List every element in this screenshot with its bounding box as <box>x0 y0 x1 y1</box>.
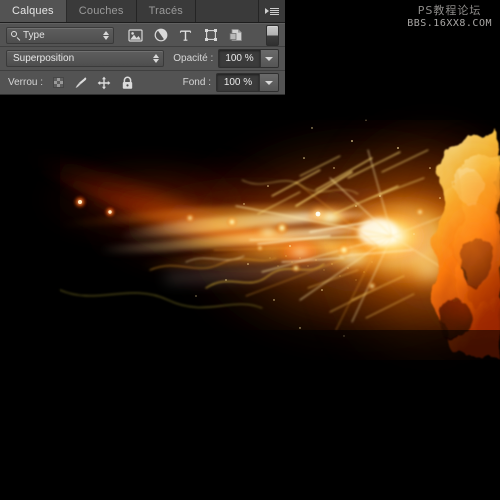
fill-value[interactable]: 100 % <box>217 74 259 91</box>
chevron-down-icon <box>265 80 273 85</box>
tab-strip-filler <box>196 0 259 22</box>
up-down-arrows-icon <box>103 30 109 40</box>
smart-object-filter-icon[interactable] <box>228 28 243 43</box>
panel-tab-strip: Calques Couches Tracés <box>0 0 285 23</box>
fill-dropdown-button[interactable] <box>259 74 278 91</box>
filter-type-label: Type <box>23 29 45 41</box>
tab-couches[interactable]: Couches <box>66 0 137 22</box>
lock-position-move-icon[interactable] <box>97 76 111 90</box>
blend-mode-value: Superposition <box>13 53 75 64</box>
lock-pixels-brush-icon[interactable] <box>74 76 88 90</box>
magnifier-icon <box>11 30 20 40</box>
blend-mode-select[interactable]: Superposition <box>6 50 165 67</box>
tab-traces[interactable]: Tracés <box>136 0 197 22</box>
blend-mode-arrows-icon <box>153 54 160 63</box>
filter-enable-toggle[interactable] <box>266 24 279 46</box>
tab-calques-label: Calques <box>12 5 54 17</box>
lock-icon-group <box>51 76 134 90</box>
lock-transparency-icon[interactable] <box>51 76 65 90</box>
tab-couches-label: Couches <box>78 5 124 17</box>
lock-all-padlock-icon[interactable] <box>120 76 134 90</box>
layer-filter-row: Type <box>0 23 285 47</box>
opacity-dropdown-button[interactable] <box>259 50 278 67</box>
pixel-layers-filter-icon[interactable] <box>128 28 143 43</box>
type-layers-filter-icon[interactable] <box>178 28 193 43</box>
adjustment-layers-filter-icon[interactable] <box>153 28 168 43</box>
blend-opacity-row: Superposition Opacité : 100 % <box>0 47 285 71</box>
panel-menu-icon <box>265 7 279 15</box>
opacity-field[interactable]: 100 % <box>218 49 279 68</box>
chevron-down-icon <box>265 56 274 61</box>
shape-layers-filter-icon[interactable] <box>203 28 218 43</box>
panel-menu-button[interactable] <box>259 0 285 22</box>
opacity-value[interactable]: 100 % <box>219 50 260 67</box>
fill-label: Fond : <box>182 77 211 88</box>
fill-field[interactable]: 100 % <box>216 73 279 92</box>
opacity-label: Opacité : <box>173 53 214 64</box>
screenshot-root: PS教程论坛 BBS.16XX8.COM Calques Couches Tra… <box>0 0 500 500</box>
filter-icon-group <box>128 28 243 43</box>
lock-label: Verrou : <box>8 77 44 88</box>
filter-type-select[interactable]: Type <box>6 26 114 44</box>
tab-traces-label: Tracés <box>148 5 184 17</box>
tab-calques[interactable]: Calques <box>0 0 67 22</box>
lock-fill-row: Verrou : Fond: 100 % <box>0 71 285 95</box>
layers-panel: Calques Couches Tracés Type Superpositio… <box>0 0 285 95</box>
